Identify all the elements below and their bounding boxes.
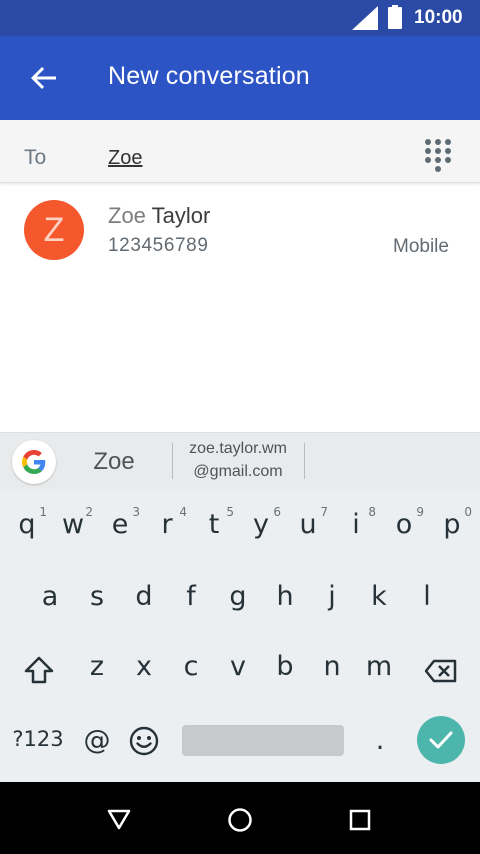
key-p[interactable]: 0p <box>430 505 474 553</box>
contact-first-name: Zoe <box>108 203 146 228</box>
home-nav-icon[interactable] <box>227 807 253 833</box>
shift-icon[interactable] <box>24 655 54 685</box>
key-y[interactable]: 6y <box>239 505 283 553</box>
signal-icon <box>352 6 378 30</box>
space-key[interactable] <box>182 725 344 756</box>
at-key[interactable]: @ <box>78 725 116 756</box>
status-bar: 10:00 <box>0 0 480 36</box>
google-button[interactable] <box>12 440 56 484</box>
keyboard-suggestion-bar: Zoe zoe.taylor.wm @gmail.com <box>0 432 480 490</box>
email-suggestion-user: zoe.taylor.wm <box>189 440 287 457</box>
recipient-input[interactable] <box>108 145 398 171</box>
key-f[interactable]: f <box>169 581 213 625</box>
keyboard: 1q 2w 3e 4r 5t 6y 7u 8i 9o 0p a s d f g … <box>0 489 480 782</box>
key-n[interactable]: n <box>310 651 354 695</box>
avatar: Z <box>24 200 84 260</box>
email-suggestion-domain: @gmail.com <box>193 463 283 480</box>
contact-number-type: Mobile <box>393 236 449 257</box>
suggestion-divider <box>304 443 305 479</box>
symbols-key[interactable]: ?123 <box>8 727 68 751</box>
contact-name: Zoe Taylor <box>108 203 210 229</box>
back-nav-icon[interactable] <box>106 808 132 830</box>
key-w[interactable]: 2w <box>51 505 95 553</box>
key-m[interactable]: m <box>357 651 401 695</box>
key-a[interactable]: a <box>28 581 72 625</box>
period-key[interactable]: . <box>362 725 398 756</box>
to-label: To <box>24 146 47 169</box>
back-arrow-icon[interactable] <box>28 62 60 94</box>
check-icon <box>429 731 453 749</box>
recipient-row: To <box>0 120 480 183</box>
key-c[interactable]: c <box>169 651 213 695</box>
key-e[interactable]: 3e <box>98 505 142 553</box>
dialpad-icon[interactable] <box>424 138 452 174</box>
contact-last-name: Taylor <box>151 203 211 228</box>
key-o[interactable]: 9o <box>382 505 426 553</box>
recents-nav-icon[interactable] <box>348 808 372 832</box>
key-v[interactable]: v <box>216 651 260 695</box>
backspace-icon[interactable] <box>424 659 458 683</box>
navigation-bar <box>0 782 480 854</box>
word-suggestion[interactable]: Zoe <box>70 448 158 476</box>
key-d[interactable]: d <box>122 581 166 625</box>
key-q[interactable]: 1q <box>5 505 49 553</box>
key-s[interactable]: s <box>75 581 119 625</box>
key-i[interactable]: 8i <box>334 505 378 553</box>
key-h[interactable]: h <box>263 581 307 625</box>
key-t[interactable]: 5t <box>192 505 236 553</box>
status-time: 10:00 <box>414 7 463 28</box>
page-title: New conversation <box>108 62 310 90</box>
enter-button[interactable] <box>417 716 465 764</box>
key-u[interactable]: 7u <box>286 505 330 553</box>
battery-icon <box>388 5 402 29</box>
key-j[interactable]: j <box>310 581 354 625</box>
emoji-icon[interactable] <box>128 725 160 757</box>
key-b[interactable]: b <box>263 651 307 695</box>
key-l[interactable]: l <box>405 581 449 625</box>
key-x[interactable]: x <box>122 651 166 695</box>
key-r[interactable]: 4r <box>145 505 189 553</box>
app-bar: New conversation <box>0 36 480 120</box>
key-g[interactable]: g <box>216 581 260 625</box>
email-suggestion[interactable]: zoe.taylor.wm @gmail.com <box>172 439 304 483</box>
google-icon <box>22 450 46 474</box>
contact-number: 123456789 <box>108 235 209 256</box>
key-k[interactable]: k <box>357 581 401 625</box>
key-z[interactable]: z <box>75 651 119 695</box>
contact-suggestion[interactable]: Z Zoe Taylor 123456789 Mobile <box>0 184 480 272</box>
